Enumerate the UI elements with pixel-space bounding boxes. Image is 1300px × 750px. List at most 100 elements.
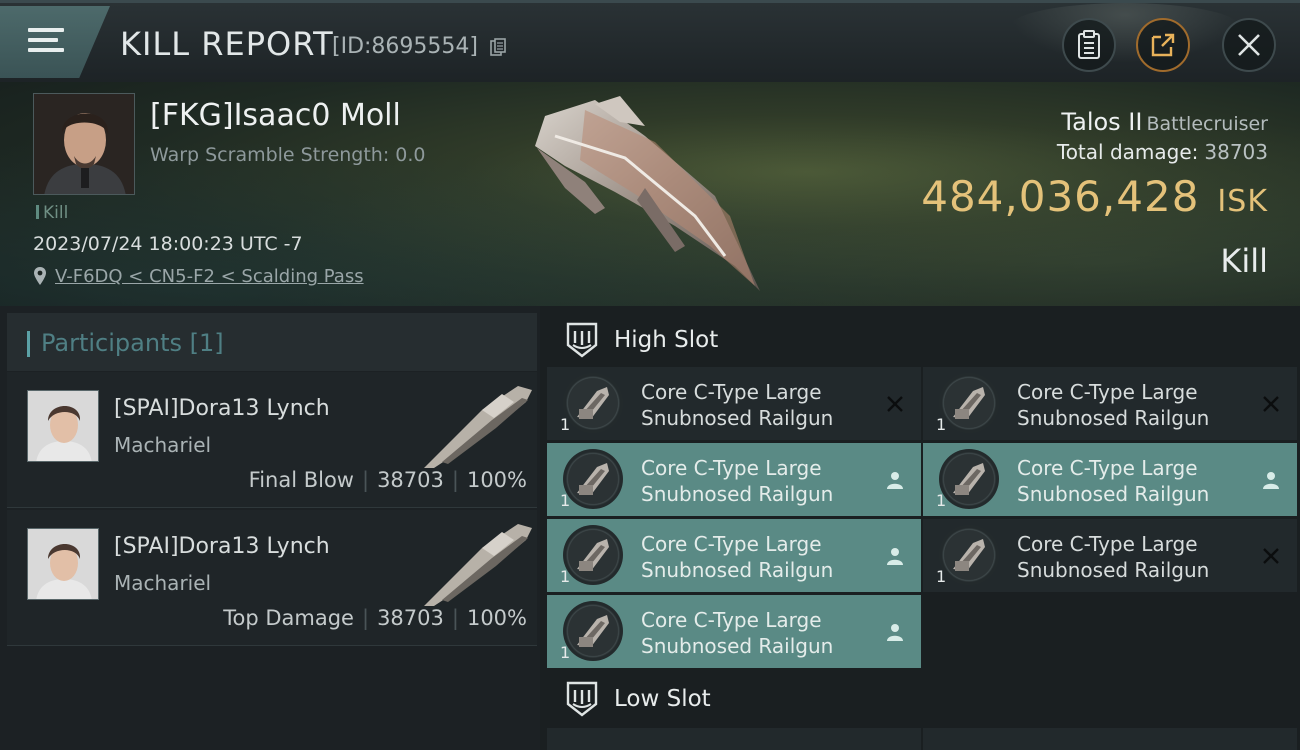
participant-stats: Final Blow | 38703 | 100% bbox=[248, 468, 527, 492]
participant-ship-image bbox=[424, 524, 532, 606]
module-name-line1: Core C-Type Large bbox=[641, 380, 822, 404]
participant-name[interactable]: [SPAI]Dora13 Lynch bbox=[114, 396, 330, 421]
total-damage-label: Total damage: bbox=[1056, 140, 1199, 164]
module-tile[interactable]: 1 Core C-Type Large Snubnosed Railgun bbox=[547, 519, 921, 592]
module-quantity: 1 bbox=[560, 567, 571, 586]
high-slot-label: High Slot bbox=[614, 327, 719, 353]
module-name-line1: Core C-Type Large bbox=[641, 608, 822, 632]
participant-ship: Machariel bbox=[114, 433, 212, 457]
module-name: Core C-Type Large Snubnosed Railgun bbox=[641, 531, 871, 583]
isk-value: 484,036,428 ISK bbox=[921, 172, 1268, 221]
low-slot-module[interactable] bbox=[923, 728, 1297, 750]
menu-button[interactable] bbox=[0, 6, 110, 78]
high-slot-header: High Slot bbox=[547, 309, 1297, 367]
railgun-icon bbox=[939, 449, 999, 509]
participant-row[interactable]: [SPAI]Dora13 Lynch Machariel Final Blow |… bbox=[7, 372, 537, 508]
railgun-icon bbox=[563, 373, 623, 433]
dropped-person-icon bbox=[887, 624, 903, 641]
victim-avatar[interactable] bbox=[33, 93, 135, 195]
module-name-line2: Snubnosed Railgun bbox=[1017, 406, 1210, 430]
kill-datetime: 2023/07/24 18:00:23 UTC -7 bbox=[33, 233, 303, 255]
module-quantity: 1 bbox=[560, 643, 571, 662]
participant-row[interactable]: [SPAI]Dora13 Lynch Machariel Top Damage |… bbox=[7, 510, 537, 646]
module-name-line2: Snubnosed Railgun bbox=[641, 558, 834, 582]
planet-backdrop bbox=[1010, 3, 1240, 63]
module-tile[interactable]: 1 Core C-Type Large Snubnosed Railgun bbox=[547, 367, 921, 440]
module-name-line2: Snubnosed Railgun bbox=[641, 406, 834, 430]
module-quantity: 1 bbox=[936, 567, 947, 586]
destroyed-x-icon bbox=[1263, 548, 1279, 564]
high-slot-icon bbox=[566, 322, 598, 358]
dropped-person-icon bbox=[1263, 472, 1279, 489]
title-bar: KILL REPORT [ID:8695554] bbox=[0, 0, 1300, 82]
participant-damage: 38703 bbox=[377, 606, 444, 630]
participants-title: Participants [1] bbox=[41, 329, 224, 357]
ship-name: Talos II bbox=[1061, 108, 1143, 136]
low-slot-label: Low Slot bbox=[614, 686, 711, 712]
participant-percent: 100% bbox=[466, 468, 527, 492]
report-id: [ID:8695554] bbox=[332, 34, 478, 59]
isk-unit: ISK bbox=[1217, 184, 1268, 219]
participant-ship: Machariel bbox=[114, 571, 212, 595]
module-tile[interactable]: 1 Core C-Type Large Snubnosed Railgun bbox=[547, 443, 921, 516]
participant-damage: 38703 bbox=[377, 468, 444, 492]
module-quantity: 1 bbox=[936, 415, 947, 434]
low-slot-module[interactable] bbox=[547, 728, 921, 750]
dropped-person-icon bbox=[887, 548, 903, 565]
ship-class: Battlecruiser bbox=[1146, 113, 1268, 135]
copy-icon[interactable] bbox=[490, 38, 506, 56]
module-name-line1: Core C-Type Large bbox=[1017, 532, 1198, 556]
participant-avatar[interactable] bbox=[27, 390, 99, 462]
clipboard-icon bbox=[1078, 30, 1100, 59]
victim-name[interactable]: [FKG]Isaac0 Moll bbox=[150, 98, 401, 133]
portrait-icon bbox=[28, 391, 98, 461]
low-slot-header: Low Slot bbox=[547, 668, 1297, 726]
participant-avatar[interactable] bbox=[27, 528, 99, 600]
module-name: Core C-Type Large Snubnosed Railgun bbox=[641, 379, 871, 431]
low-slot-icon bbox=[566, 681, 598, 717]
total-damage-value: 38703 bbox=[1204, 140, 1268, 164]
clipboard-button[interactable] bbox=[1062, 18, 1116, 72]
railgun-icon bbox=[563, 449, 623, 509]
module-name-line2: Snubnosed Railgun bbox=[1017, 482, 1210, 506]
module-name: Core C-Type Large Snubnosed Railgun bbox=[641, 607, 871, 659]
close-icon bbox=[1238, 34, 1260, 56]
module-name: Core C-Type Large Snubnosed Railgun bbox=[1017, 531, 1247, 583]
victim-header: [FKG]Isaac0 Moll Warp Scramble Strength:… bbox=[0, 82, 1300, 306]
participants-header: Participants [1] bbox=[7, 313, 537, 371]
module-name-line2: Snubnosed Railgun bbox=[641, 482, 834, 506]
module-tile[interactable]: 1 Core C-Type Large Snubnosed Railgun bbox=[923, 367, 1297, 440]
dropped-person-icon bbox=[887, 472, 903, 489]
close-button[interactable] bbox=[1222, 18, 1276, 72]
destroyed-x-icon bbox=[1263, 396, 1279, 412]
participant-name[interactable]: [SPAI]Dora13 Lynch bbox=[114, 534, 330, 559]
isk-amount: 484,036,428 bbox=[921, 172, 1200, 221]
warp-scramble-strength: Warp Scramble Strength: 0.0 bbox=[150, 144, 426, 166]
module-name-line1: Core C-Type Large bbox=[1017, 380, 1198, 404]
kill-tag: Kill bbox=[36, 203, 68, 223]
module-name: Core C-Type Large Snubnosed Railgun bbox=[1017, 379, 1247, 431]
module-tile[interactable]: 1 Core C-Type Large Snubnosed Railgun bbox=[547, 595, 921, 668]
fitting-panel: High Slot 1 Core C-Type Large Snubnosed Ra… bbox=[540, 306, 1300, 750]
railgun-icon bbox=[939, 525, 999, 585]
module-tile[interactable]: 1 Core C-Type Large Snubnosed Railgun bbox=[923, 519, 1297, 592]
share-button[interactable] bbox=[1136, 18, 1190, 72]
module-name: Core C-Type Large Snubnosed Railgun bbox=[641, 455, 871, 507]
participant-stats: Top Damage | 38703 | 100% bbox=[223, 606, 527, 630]
module-tile[interactable]: 1 Core C-Type Large Snubnosed Railgun bbox=[923, 443, 1297, 516]
module-name: Core C-Type Large Snubnosed Railgun bbox=[1017, 455, 1247, 507]
participant-ship-image bbox=[424, 386, 532, 468]
victim-ship-image bbox=[535, 96, 760, 291]
module-name-line2: Snubnosed Railgun bbox=[1017, 558, 1210, 582]
module-quantity: 1 bbox=[560, 491, 571, 510]
railgun-icon bbox=[939, 373, 999, 433]
result-label: Kill bbox=[1220, 242, 1268, 280]
railgun-icon bbox=[563, 601, 623, 661]
module-name-line1: Core C-Type Large bbox=[1017, 456, 1198, 480]
ship-type[interactable]: Talos II Battlecruiser bbox=[1061, 108, 1268, 136]
share-icon bbox=[1151, 33, 1175, 57]
kill-location-link[interactable]: V-F6DQ < CN5-F2 < Scalding Pass bbox=[55, 266, 364, 287]
module-name-line1: Core C-Type Large bbox=[641, 456, 822, 480]
location-pin-icon bbox=[34, 267, 46, 285]
destroyed-x-icon bbox=[887, 396, 903, 412]
